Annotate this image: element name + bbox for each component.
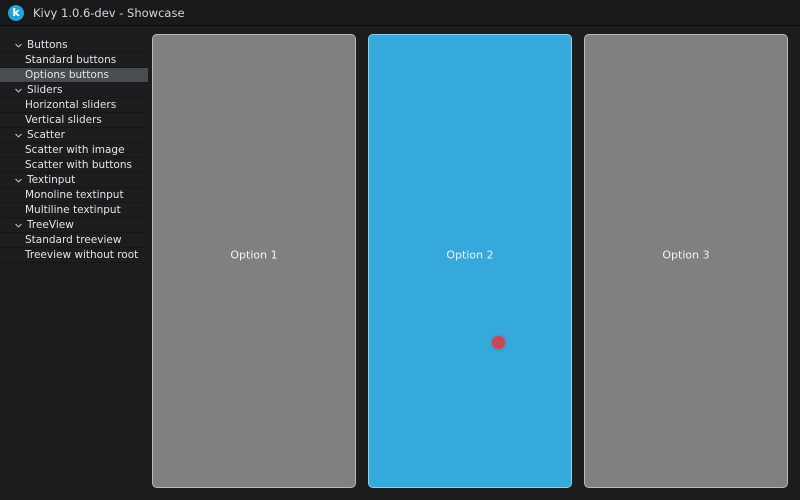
option-button-1[interactable]: Option 1 [152,34,356,488]
option-button-2[interactable]: Option 2 [368,34,572,488]
chevron-down-icon[interactable] [14,131,23,140]
chevron-down-icon[interactable] [14,86,23,95]
tree-node-label: Monoline textinput [25,188,124,201]
tree-node-label: TreeView [27,218,74,231]
tree-node-label: Textinput [27,173,76,186]
tree-node-label: Scatter with image [25,143,125,156]
tree-node-label: Sliders [27,83,63,96]
option-button-3[interactable]: Option 3 [584,34,788,488]
tree-node-treeview[interactable]: TreeView [0,218,148,233]
touch-indicator-dot [491,335,505,349]
chevron-down-icon[interactable] [14,176,23,185]
tree-node-sliders[interactable]: Sliders [0,83,148,98]
sidebar: Buttons Standard buttons Options buttons Sl… [0,26,148,500]
tree-node-label: Scatter with buttons [25,158,132,171]
showcase-window: k Kivy 1.0.6-dev - Showcase Buttons Stand… [0,0,800,500]
options-buttons-demo: Option 1 Option 2 Option 3 [148,26,800,500]
kivy-logo-icon: k [8,4,24,21]
tree-node-label: Buttons [27,38,68,51]
tree-node-standard-treeview[interactable]: Standard treeview [0,233,148,248]
title-bar: k Kivy 1.0.6-dev - Showcase [0,0,800,26]
tree-node-label: Options buttons [25,68,109,81]
chevron-down-icon[interactable] [14,221,23,230]
tree-node-vertical-sliders[interactable]: Vertical sliders [0,113,148,128]
tree-node-multiline-textinput[interactable]: Multiline textinput [0,203,148,218]
option-button-label: Option 3 [662,248,710,262]
tree-node-label: Standard buttons [25,53,117,66]
option-button-label: Option 2 [446,248,494,262]
chevron-down-icon[interactable] [14,41,23,50]
tree-node-label: Vertical sliders [25,113,102,126]
tree-node-scatter-with-image[interactable]: Scatter with image [0,143,148,158]
tree-node-label: Treeview without root [25,248,139,261]
showcase-tree: Buttons Standard buttons Options buttons Sl… [0,38,148,263]
tree-node-scatter-with-buttons[interactable]: Scatter with buttons [0,158,148,173]
option-button-label: Option 1 [230,248,278,262]
tree-node-buttons[interactable]: Buttons [0,38,148,53]
tree-node-label: Scatter [27,128,65,141]
tree-node-label: Standard treeview [25,233,122,246]
tree-node-standard-buttons[interactable]: Standard buttons [0,53,148,68]
tree-node-scatter[interactable]: Scatter [0,128,148,143]
window-title: Kivy 1.0.6-dev - Showcase [33,5,185,20]
tree-node-options-buttons[interactable]: Options buttons [0,68,148,83]
workspace: Buttons Standard buttons Options buttons Sl… [0,26,800,500]
tree-node-monoline-textinput[interactable]: Monoline textinput [0,188,148,203]
tree-node-label: Horizontal sliders [25,98,117,111]
tree-node-label: Multiline textinput [25,203,121,216]
tree-node-treeview-without-root[interactable]: Treeview without root [0,248,148,263]
tree-node-horizontal-sliders[interactable]: Horizontal sliders [0,98,148,113]
tree-node-textinput[interactable]: Textinput [0,173,148,188]
